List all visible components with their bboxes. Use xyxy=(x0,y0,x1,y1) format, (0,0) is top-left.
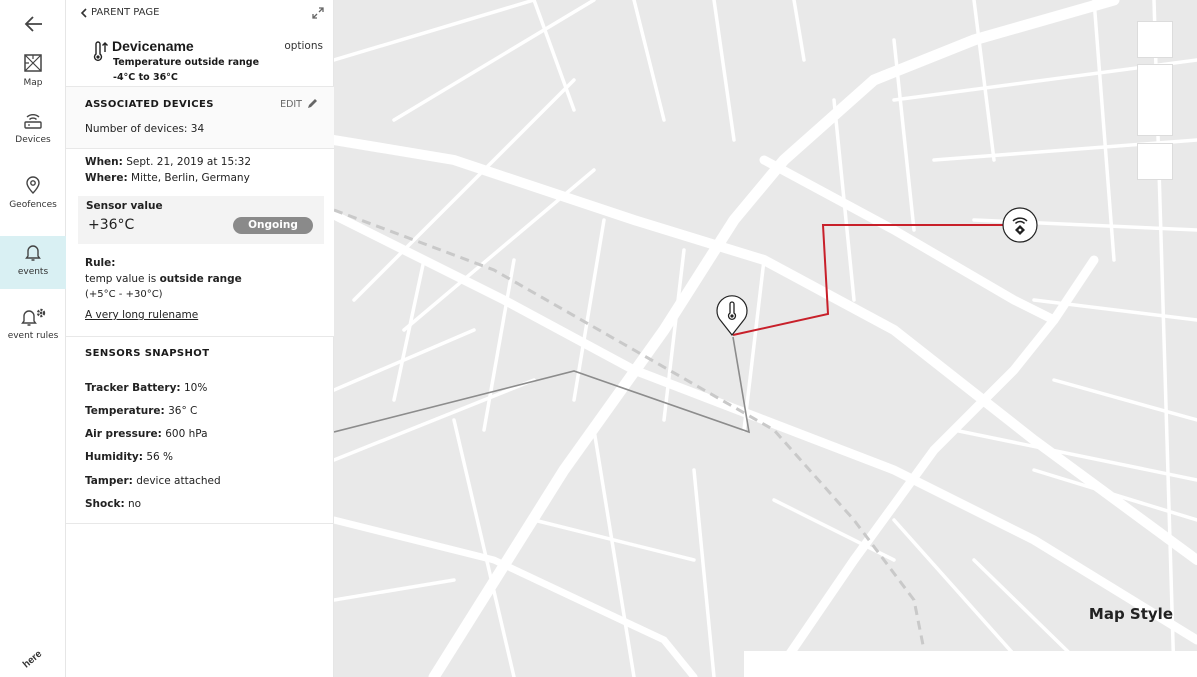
nav-item-events[interactable]: events xyxy=(0,236,66,289)
rule-range: (+5°C - +30°C) xyxy=(85,289,163,300)
sensors-snapshot-section: SENSORS SNAPSHOT Tracker Battery: 10% Te… xyxy=(66,336,334,524)
when-label: When: xyxy=(85,156,123,168)
snapshot-label: Temperature: xyxy=(85,405,165,417)
snapshot-value: 36° C xyxy=(168,405,198,417)
snapshot-value: device attached xyxy=(136,475,221,487)
snapshot-value: 600 hPa xyxy=(165,428,208,440)
device-count: Number of devices: 34 xyxy=(85,123,205,135)
edit-button[interactable]: EDIT xyxy=(280,98,318,110)
thermometer-up-icon xyxy=(93,41,108,62)
expand-icon[interactable] xyxy=(311,6,325,20)
router-icon xyxy=(24,114,42,129)
nav-rail: Map Devices Geofences events event rules… xyxy=(0,0,66,677)
nav-item-label: Map xyxy=(23,78,43,88)
rule-description: temp value is outside range xyxy=(85,273,242,285)
snapshot-label: Tracker Battery: xyxy=(85,382,181,394)
here-logo: here xyxy=(20,648,45,671)
nav-item-label: events xyxy=(17,267,49,277)
map-control-button[interactable] xyxy=(1137,143,1173,180)
sensor-value: +36°C xyxy=(88,217,135,233)
bell-icon xyxy=(25,245,41,261)
alert-summary: Temperature outside range -4°C to 36°C xyxy=(113,55,259,85)
nav-item-event-rules[interactable]: event rules xyxy=(0,305,66,359)
map-icon xyxy=(24,54,42,72)
nav-item-map[interactable]: Map xyxy=(0,52,66,106)
map-canvas[interactable]: Map Style xyxy=(334,0,1197,677)
chevron-left-icon xyxy=(80,7,87,18)
snapshot-label: Humidity: xyxy=(85,451,143,463)
snapshot-value: no xyxy=(128,498,142,510)
alert-range: -4°C to 36°C xyxy=(113,72,178,83)
status-badge: Ongoing xyxy=(233,217,313,234)
map-control-button[interactable] xyxy=(1137,21,1173,58)
major-road xyxy=(769,255,1099,677)
snapshot-value: 10% xyxy=(183,382,208,394)
nav-item-label: event rules xyxy=(7,331,59,341)
pencil-icon xyxy=(308,99,317,108)
when-value: Sept. 21, 2019 at 15:32 xyxy=(126,156,252,168)
snapshot-row: Shock: no xyxy=(85,498,141,510)
rule-condition: outside range xyxy=(159,273,242,285)
snapshot-row: Temperature: 36° C xyxy=(85,405,197,417)
event-when: When: Sept. 21, 2019 at 15:32 xyxy=(85,156,251,168)
nav-item-devices[interactable]: Devices xyxy=(0,109,66,163)
snapshot-row: Tamper: device attached xyxy=(85,475,221,487)
alert-title: Temperature outside range xyxy=(113,57,260,68)
event-details-section: When: Sept. 21, 2019 at 15:32 Where: Mit… xyxy=(66,148,334,336)
where-value: Mitte, Berlin, Germany xyxy=(131,172,250,184)
options-button[interactable]: options xyxy=(284,40,323,52)
major-road xyxy=(334,135,1197,565)
nav-item-geofences[interactable]: Geofences xyxy=(0,174,66,228)
device-name: Devicename xyxy=(112,38,194,54)
bottom-drawer[interactable] xyxy=(744,651,1197,677)
back-arrow-icon[interactable] xyxy=(22,12,46,36)
snapshot-label: Air pressure: xyxy=(85,428,162,440)
street-map xyxy=(334,0,1197,677)
snapshot-label: Tamper: xyxy=(85,475,133,487)
zoom-control[interactable] xyxy=(1137,64,1173,136)
thermometer-marker-icon[interactable] xyxy=(713,293,751,337)
snapshot-row: Air pressure: 600 hPa xyxy=(85,428,208,440)
snapshot-row: Tracker Battery: 10% xyxy=(85,382,207,394)
snapshot-label: Shock: xyxy=(85,498,125,510)
where-label: Where: xyxy=(85,172,128,184)
associated-devices-section: ASSOCIATED DEVICES EDIT Number of device… xyxy=(66,86,334,148)
nav-item-label: Devices xyxy=(15,135,51,145)
map-style-button[interactable]: Map Style xyxy=(1089,605,1173,623)
sensor-value-label: Sensor value xyxy=(86,200,163,212)
snapshot-value: 56 % xyxy=(146,451,174,463)
rule-link[interactable]: A very long rulename xyxy=(85,309,198,321)
event-where: Where: Mitte, Berlin, Germany xyxy=(85,172,250,184)
bell-gear-icon xyxy=(21,308,46,326)
rule-label: Rule: xyxy=(85,257,116,269)
snapshot-row: Humidity: 56 % xyxy=(85,451,173,463)
parent-page-link[interactable]: PARENT PAGE xyxy=(80,7,159,18)
major-road xyxy=(428,0,1120,677)
edit-label: EDIT xyxy=(280,98,302,110)
associated-devices-title: ASSOCIATED DEVICES xyxy=(85,99,214,110)
event-detail-panel: PARENT PAGE Devicename Temperature outsi… xyxy=(66,0,334,677)
nav-item-label: Geofences xyxy=(9,200,57,210)
parent-page-label: PARENT PAGE xyxy=(91,7,160,18)
rule-prefix: temp value is xyxy=(85,273,160,285)
sensor-value-card: Sensor value +36°C Ongoing xyxy=(78,196,324,244)
sensors-snapshot-title: SENSORS SNAPSHOT xyxy=(85,348,210,359)
geofence-pin-icon xyxy=(26,176,40,194)
tracker-marker-icon[interactable] xyxy=(1001,206,1039,244)
